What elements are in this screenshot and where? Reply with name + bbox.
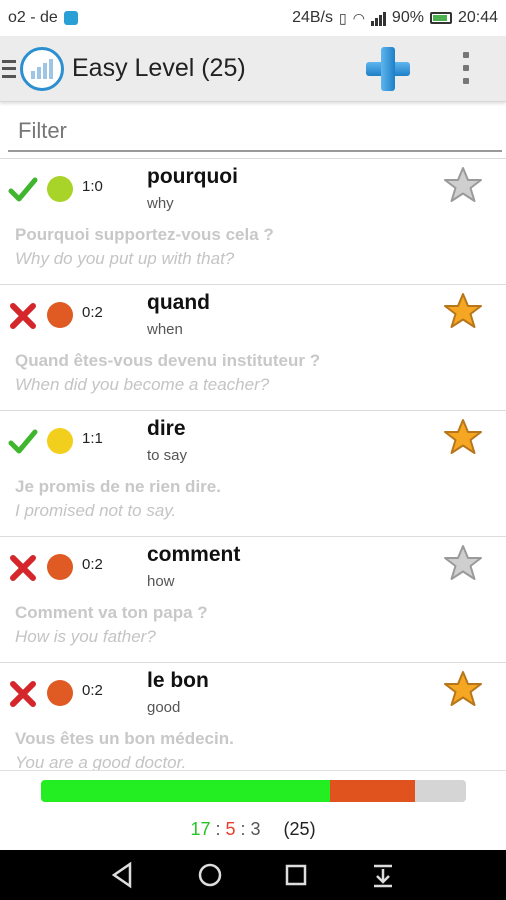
app-bar: Easy Level (25) [0, 36, 506, 102]
home-icon[interactable] [195, 860, 225, 890]
total-count: (25) [283, 819, 316, 839]
progress-bar [41, 780, 466, 802]
level-dot-icon [47, 680, 73, 706]
star-filled-icon[interactable] [443, 417, 483, 457]
signal-icon [370, 10, 386, 26]
example-english: How is you father? [15, 627, 156, 646]
checkmark-icon [8, 175, 38, 205]
translation-label: good [147, 699, 181, 716]
filter-input[interactable] [8, 112, 502, 152]
score-label: 0:2 [82, 556, 103, 573]
level-dot-icon [47, 428, 73, 454]
wifi-icon: ◠ [352, 9, 365, 26]
battery-icon [429, 12, 452, 24]
word-label: le bon [147, 669, 209, 692]
level-dot-icon [47, 554, 73, 580]
translation-label: to say [147, 447, 188, 464]
cross-icon [8, 553, 38, 583]
word-label: pourquoi [147, 165, 238, 188]
correct-count: 17 [190, 819, 211, 839]
list-item[interactable]: 0:2 quand when Quand êtes-vous devenu insti… [0, 285, 506, 411]
progress-wrong-segment [330, 780, 415, 802]
example-french: Pourquoi supportez-vous cela ? [15, 225, 274, 244]
cross-icon [8, 301, 38, 331]
example-french: Je promis de ne rien dire. [15, 477, 221, 496]
app-notification-icon [63, 11, 78, 25]
overflow-menu-icon[interactable] [462, 52, 470, 84]
carrier-label: o2 - de [8, 9, 58, 26]
example-english: I promised not to say. [15, 501, 177, 520]
cross-icon [8, 679, 38, 709]
word-list: 1:0 pourquoi why Pourquoi supportez-vous ce… [0, 158, 506, 770]
notifications-down-icon[interactable] [368, 860, 398, 890]
clock: 20:44 [457, 9, 498, 26]
translation-label: when [147, 321, 183, 338]
translation-label: why [147, 195, 174, 212]
word-label: quand [147, 291, 210, 314]
progress-counts: 17 : 5 : 3 (25) [190, 819, 316, 839]
star-empty-icon[interactable] [443, 165, 483, 205]
back-icon[interactable] [108, 860, 138, 890]
wrong-count: 5 [225, 819, 236, 839]
star-empty-icon[interactable] [443, 543, 483, 583]
score-label: 0:2 [82, 682, 103, 699]
checkmark-icon [8, 427, 38, 457]
example-english: When did you become a teacher? [15, 375, 270, 394]
list-item[interactable]: 0:2 le bon good Vous êtes un bon médecin. Yo… [0, 663, 506, 770]
score-label: 0:2 [82, 304, 103, 321]
example-french: Quand êtes-vous devenu instituteur ? [15, 351, 321, 370]
example-french: Comment va ton papa ? [15, 603, 208, 622]
progress-footer: 17 : 5 : 3 (25) [0, 770, 506, 850]
progress-correct-segment [41, 780, 330, 802]
vibrate-icon: ▯ [338, 9, 347, 26]
example-english: Why do you put up with that? [15, 249, 235, 268]
list-item[interactable]: 1:1 dire to say Je promis de ne rien dire. I… [0, 411, 506, 537]
score-label: 1:0 [82, 178, 103, 195]
system-nav-bar [0, 850, 506, 900]
star-filled-icon[interactable] [443, 291, 483, 331]
recents-icon[interactable] [281, 860, 311, 890]
page-title: Easy Level (25) [72, 54, 246, 82]
app-logo-icon[interactable] [20, 46, 64, 91]
star-filled-icon[interactable] [443, 669, 483, 709]
status-bar: o2 - de 24B/s ▯ ◠ 90% 20:44 [0, 0, 506, 36]
list-item[interactable]: 1:0 pourquoi why Pourquoi supportez-vous ce… [0, 159, 506, 285]
level-dot-icon [47, 302, 73, 328]
battery-percent: 90% [391, 9, 424, 26]
remaining-count: 3 [250, 819, 261, 839]
menu-icon[interactable] [2, 59, 16, 78]
translation-label: how [147, 573, 175, 590]
level-dot-icon [47, 176, 73, 202]
add-icon[interactable] [366, 47, 410, 91]
network-speed: 24B/s [292, 9, 333, 26]
word-label: dire [147, 417, 186, 440]
list-item[interactable]: 0:2 comment how Comment va ton papa ? How is… [0, 537, 506, 663]
word-label: comment [147, 543, 241, 566]
score-label: 1:1 [82, 430, 103, 447]
example-french: Vous êtes un bon médecin. [15, 729, 234, 748]
progress-remaining-segment [415, 780, 466, 802]
example-english: You are a good doctor. [15, 753, 187, 770]
